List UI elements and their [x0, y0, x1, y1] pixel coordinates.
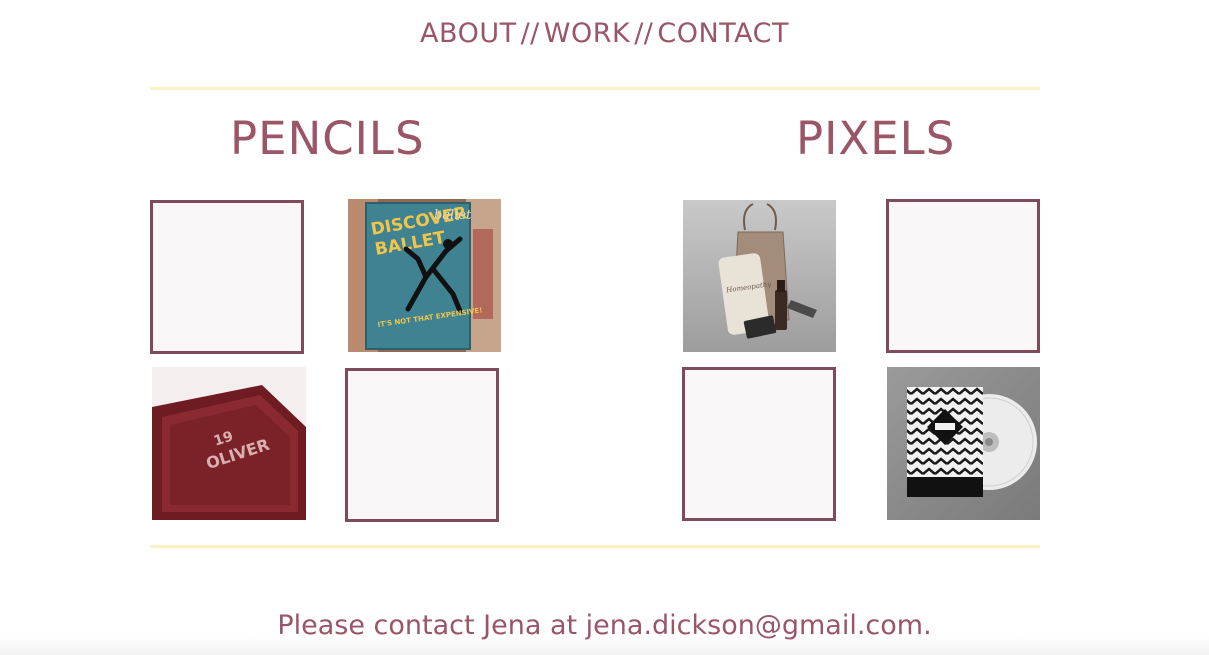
main-nav: ABOUT//WORK//CONTACT — [0, 18, 1209, 49]
pixels-tile-2[interactable] — [886, 199, 1040, 353]
pixels-tile-cd[interactable] — [887, 367, 1040, 520]
pixels-tile-3[interactable] — [682, 367, 836, 521]
pencils-tile-4[interactable] — [345, 368, 499, 522]
oliver-box-image: 19 OLIVER — [152, 367, 306, 520]
cd-packaging-image — [887, 367, 1040, 520]
homeopathy-packaging-image: Homeopathy — [683, 200, 836, 352]
pixels-tile-homeopathy[interactable]: Homeopathy — [683, 200, 836, 352]
pencils-tile-discover-ballet[interactable]: DISCOVER BALLET ballet IT'S NOT THAT EXP… — [348, 199, 501, 352]
poster-script: ballet — [434, 208, 472, 223]
nav-work[interactable]: WORK — [544, 18, 630, 49]
discover-ballet-poster-image: DISCOVER BALLET ballet IT'S NOT THAT EXP… — [348, 199, 501, 352]
nav-separator: // — [634, 18, 654, 49]
bottom-fade — [0, 637, 1209, 655]
pixels-heading: PIXELS — [796, 112, 956, 165]
pencils-tile-1[interactable] — [150, 200, 304, 354]
pencils-heading: PENCILS — [230, 112, 425, 165]
nav-contact[interactable]: CONTACT — [657, 18, 789, 49]
bottom-divider — [150, 545, 1040, 548]
top-divider — [150, 87, 1040, 90]
nav-about[interactable]: ABOUT — [420, 18, 517, 49]
nav-separator: // — [520, 18, 540, 49]
pencils-tile-oliver-box[interactable]: 19 OLIVER — [152, 367, 306, 520]
